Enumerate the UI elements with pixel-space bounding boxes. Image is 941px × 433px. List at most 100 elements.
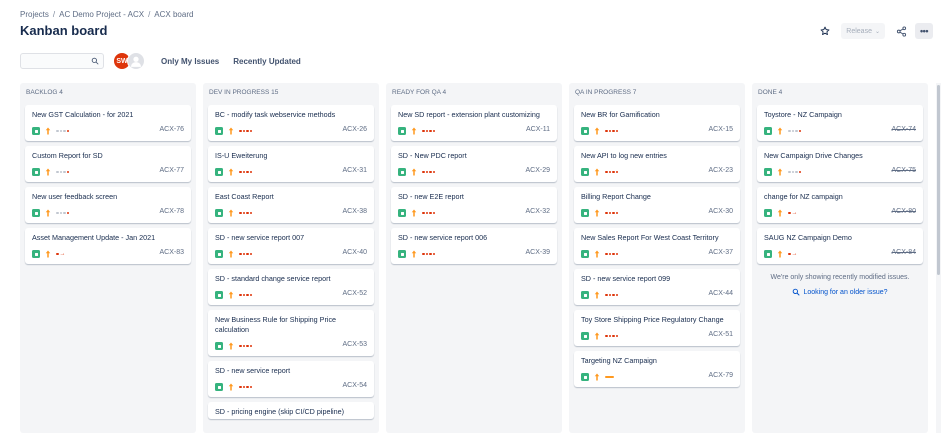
story-icon (215, 168, 223, 176)
priority-high-icon (227, 168, 235, 177)
issue-key[interactable]: ACX-84 (891, 249, 916, 256)
card-title: New GST Calculation - for 2021 (32, 110, 134, 119)
card-title: New Sales Report For West Coast Territor… (581, 233, 719, 242)
estimate-icon (788, 129, 802, 133)
issue-card[interactable]: Billing Report Change ACX-30 (574, 187, 740, 223)
issue-key[interactable]: ACX-40 (342, 249, 367, 256)
issue-card[interactable]: Toy Store Shipping Price Regulatory Chan… (574, 310, 740, 346)
estimate-icon (605, 293, 619, 297)
search-input[interactable] (21, 58, 85, 73)
quick-filter-only-my-issues[interactable]: Only My Issues (161, 57, 219, 66)
issue-card[interactable]: SD - new E2E report ACX-32 (391, 187, 557, 223)
estimate-icon (605, 170, 619, 174)
issue-card[interactable]: New BR for Gamification ACX-15 (574, 105, 740, 141)
story-icon (215, 209, 223, 217)
issue-key[interactable]: ACX-83 (159, 249, 184, 256)
issue-card[interactable]: BC - modify task webservice methods ACX-2… (208, 105, 374, 141)
issue-card[interactable]: SD - new service report 099 ACX-44 (574, 269, 740, 305)
issue-key[interactable]: ACX-75 (891, 167, 916, 174)
issue-key[interactable]: ACX-79 (708, 372, 733, 379)
star-button[interactable] (817, 23, 833, 39)
estimate-icon (239, 170, 253, 174)
issue-card[interactable]: SD - new service report 007 ACX-40 (208, 228, 374, 264)
issue-key[interactable]: ACX-37 (708, 249, 733, 256)
issue-key[interactable]: ACX-44 (708, 290, 733, 297)
issue-key[interactable]: ACX-74 (891, 126, 916, 133)
issue-key[interactable]: ACX-32 (525, 208, 550, 215)
issue-key[interactable]: ACX-38 (342, 208, 367, 215)
card-title: New Campaign Drive Changes (764, 151, 863, 160)
issue-card[interactable]: New SD report - extension plant customiz… (391, 105, 557, 141)
story-icon (215, 127, 223, 135)
issue-card[interactable]: SD - standard change service report ACX-5… (208, 269, 374, 305)
card-footer: ACX-77 (32, 166, 184, 178)
issue-key[interactable]: ACX-31 (342, 167, 367, 174)
issue-key[interactable]: ACX-39 (525, 249, 550, 256)
scrollbar[interactable] (936, 83, 941, 433)
issue-key[interactable]: ACX-77 (159, 167, 184, 174)
card-title: New BR for Gamification (581, 110, 660, 119)
issue-key[interactable]: ACX-15 (708, 126, 733, 133)
more-button[interactable]: ••• (915, 23, 933, 39)
issue-card[interactable]: New user feedback screen ACX-78 (25, 187, 191, 223)
issue-card[interactable]: Custom Report for SD ACX-77 (25, 146, 191, 182)
priority-high-icon (227, 291, 235, 300)
breadcrumb-project[interactable]: AC Demo Project - ACX (59, 10, 144, 19)
avatar-initials: SW (116, 57, 128, 65)
issue-key[interactable]: ACX-51 (708, 331, 733, 338)
issue-card[interactable]: SD - pricing engine (skip CI/CD pipeline… (208, 402, 374, 419)
issue-key[interactable]: ACX-11 (526, 126, 550, 133)
issue-card[interactable]: Targeting NZ Campaign ACX-79 (574, 351, 740, 387)
issue-card[interactable]: Toystore - NZ Campaign ACX-74 (757, 105, 923, 141)
quick-filter-recently-updated[interactable]: Recently Updated (233, 57, 301, 66)
card-footer: ACX-32 (398, 207, 550, 219)
column-done: DONE 4 Toystore - NZ Campaign ACX-74 New Ca… (752, 83, 928, 433)
issue-key[interactable]: ACX-78 (159, 208, 184, 215)
release-button[interactable]: Release ⌄ (841, 23, 885, 39)
story-icon (581, 250, 589, 258)
card-footer: ACX-51 (581, 330, 733, 342)
issue-card[interactable]: New API to log new entries ACX-23 (574, 146, 740, 182)
card-footer: ACX-37 (581, 248, 733, 260)
share-icon (896, 25, 906, 37)
issue-key[interactable]: ACX-30 (708, 208, 733, 215)
issue-card[interactable]: New GST Calculation - for 2021 ACX-76 (25, 105, 191, 141)
issue-card[interactable]: SD - new service report 006 ACX-39 (391, 228, 557, 264)
card-footer: → ACX-84 (764, 248, 916, 260)
issue-card[interactable]: New Business Rule for Shipping Price cal… (208, 310, 374, 356)
older-issue-link[interactable]: Looking for an older issue? (752, 288, 928, 296)
issue-card[interactable]: New Campaign Drive Changes ACX-75 (757, 146, 923, 182)
issue-key[interactable]: ACX-26 (342, 126, 367, 133)
issue-card[interactable]: East Coast Report ACX-38 (208, 187, 374, 223)
priority-high-icon (776, 209, 784, 218)
issue-card[interactable]: change for NZ campaign → ACX-80 (757, 187, 923, 223)
issue-card[interactable]: SD - New PDC report ACX-29 (391, 146, 557, 182)
issue-card[interactable]: IS-U Eweiterung ACX-31 (208, 146, 374, 182)
issue-key[interactable]: ACX-76 (159, 126, 184, 133)
breadcrumb-board[interactable]: ACX board (154, 10, 193, 19)
issue-key[interactable]: ACX-23 (708, 167, 733, 174)
scrollbar-thumb[interactable] (937, 85, 940, 275)
story-icon (764, 127, 772, 135)
breadcrumb-projects[interactable]: Projects (20, 10, 49, 19)
issue-key[interactable]: ACX-80 (891, 208, 916, 215)
issue-card[interactable]: SD - new service report ACX-54 (208, 361, 374, 397)
estimate-icon (605, 334, 619, 338)
estimate-icon (239, 344, 253, 348)
column-header: DEV IN PROGRESS 15 (209, 89, 279, 96)
issue-key[interactable]: ACX-52 (342, 290, 367, 297)
priority-high-icon (410, 127, 418, 136)
issue-key[interactable]: ACX-54 (342, 382, 367, 389)
story-icon (581, 332, 589, 340)
issue-card[interactable]: SAUG NZ Campaign Demo → ACX-84 (757, 228, 923, 264)
card-footer: ACX-44 (581, 289, 733, 301)
share-button[interactable] (893, 23, 909, 39)
issue-key[interactable]: ACX-29 (525, 167, 550, 174)
issue-card[interactable]: New Sales Report For West Coast Territor… (574, 228, 740, 264)
issue-card[interactable]: Asset Management Update - Jan 2021 → ACX-8… (25, 228, 191, 264)
card-title: SD - new service report 099 (581, 274, 671, 283)
board-toolbar: SW Only My Issues Recently Updated (20, 52, 301, 73)
issue-key[interactable]: ACX-53 (342, 341, 367, 348)
avatar-unassigned[interactable] (127, 52, 145, 70)
card-footer: ACX-39 (398, 248, 550, 260)
